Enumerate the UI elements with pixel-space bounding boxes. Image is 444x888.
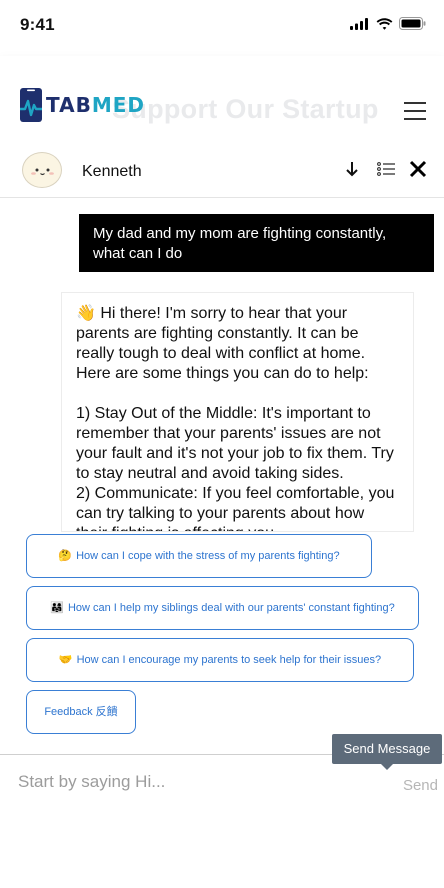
suggestion-button[interactable]: 🤝 How can I encourage my parents to seek …: [26, 638, 414, 682]
phone-pulse-icon: [20, 88, 42, 122]
bot-greeting: 👋 Hi there! I'm sorry to hear that your …: [76, 304, 399, 384]
list-icon[interactable]: [376, 159, 396, 179]
send-button[interactable]: Send: [403, 777, 438, 794]
suggestion-button[interactable]: 🤔 How can I cope with the stress of my pa…: [26, 534, 372, 578]
avatar-face-icon: [31, 168, 54, 176]
bot-point-1: 1) Stay Out of the Middle: It's importan…: [76, 405, 394, 482]
suggestion-label: How can I help my siblings deal with our…: [67, 602, 395, 614]
bot-message: 👋 Hi there! I'm sorry to hear that your …: [61, 292, 414, 532]
close-icon[interactable]: [408, 159, 428, 179]
logo-text: TABMED: [46, 93, 145, 117]
menu-icon-bar-top: [404, 102, 426, 104]
logo-text-prefix: TAB: [46, 93, 92, 117]
status-icons: [350, 17, 426, 30]
handshake-icon: 🤝: [58, 654, 73, 666]
message-input[interactable]: [18, 769, 378, 795]
status-bar: 9:41: [0, 0, 444, 56]
chat-header: Kenneth: [0, 150, 444, 198]
logo-text-accent: MED: [91, 93, 145, 117]
menu-icon-bar-middle: [404, 110, 426, 112]
bot-point-2: 2) Communicate: If you feel comfortable,…: [76, 485, 395, 531]
signal-icon: [350, 17, 368, 30]
family-icon: 👨‍👩‍👧: [50, 602, 64, 614]
status-time: 9:41: [20, 15, 55, 34]
suggestion-label: How can I cope with the stress of my par…: [76, 550, 340, 562]
suggestion-button[interactable]: 👨‍👩‍👧 How can I help my siblings deal wit…: [26, 586, 419, 630]
feedback-button[interactable]: Feedback 反饋: [26, 690, 136, 734]
suggestion-label: How can I encourage my parents to seek h…: [76, 654, 382, 666]
user-message: My dad and my mom are fighting constantl…: [79, 214, 434, 272]
thinking-face-icon: 🤔: [58, 550, 73, 562]
background-page-title: Support Our Startup: [112, 94, 379, 124]
send-message-tooltip: Send Message: [332, 734, 442, 770]
wifi-icon: [376, 17, 393, 30]
feedback-label: Feedback 反饋: [44, 706, 118, 718]
wave-emoji-icon: 👋: [76, 305, 96, 322]
menu-button[interactable]: [404, 101, 426, 121]
arrow-down-icon[interactable]: [344, 159, 360, 179]
battery-icon: [399, 17, 426, 30]
agent-name: Kenneth: [82, 163, 142, 180]
tabmed-logo[interactable]: TABMED: [20, 88, 145, 122]
menu-icon-bar-bottom: [404, 118, 426, 120]
agent-avatar: [22, 152, 62, 188]
bot-greeting-text: Hi there! I'm sorry to hear that your pa…: [76, 305, 369, 382]
